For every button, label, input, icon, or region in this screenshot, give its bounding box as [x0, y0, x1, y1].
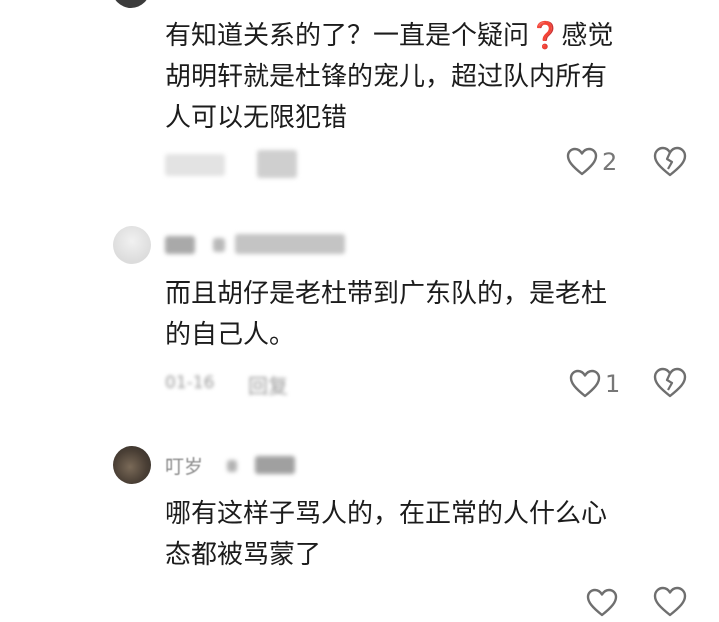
username[interactable]: 叮岁: [165, 452, 203, 479]
heart-outline-icon: [566, 147, 598, 176]
username[interactable]: [165, 230, 350, 260]
blurred-username-part: [165, 236, 195, 254]
like-button[interactable]: 2: [566, 145, 617, 179]
comment-text: 哪有这样子骂人的，在正常的人什么心 态都被骂蒙了: [165, 494, 700, 576]
comment-text-line: 有知道关系的了？一直是个疑问❓感觉: [165, 21, 614, 51]
comment-date: 01-16: [165, 373, 215, 393]
comment-text: 而且胡仔是老杜带到广东队的，是老杜 的自己人。: [165, 274, 700, 356]
comment-text-line: 而且胡仔是老杜带到广东队的，是老杜: [165, 279, 608, 309]
comment-meta: [165, 150, 315, 180]
blurred-username-part: [227, 460, 237, 472]
comment-text-line: 哪有这样子骂人的，在正常的人什么心: [165, 499, 608, 529]
comment-item: 有知道关系的了？一直是个疑问❓感觉 胡明轩就是杜锋的宠儿，超过队内所有 人可以无…: [0, 0, 719, 200]
broken-heart-icon: [653, 586, 687, 617]
like-button[interactable]: [586, 586, 618, 620]
heart-outline-icon: [569, 369, 601, 398]
avatar[interactable]: [113, 226, 151, 264]
comment-item: 而且胡仔是老杜带到广东队的，是老杜 的自己人。 01-16 回复 1: [0, 210, 719, 420]
blurred-username-part: [235, 234, 345, 254]
dislike-button[interactable]: [653, 586, 687, 622]
avatar[interactable]: [112, 0, 150, 8]
comment-item: 叮岁 哪有这样子骂人的，在正常的人什么心 态都被骂蒙了: [0, 430, 719, 617]
comment-text-line: 态都被骂蒙了: [165, 540, 322, 570]
comment-text: 有知道关系的了？一直是个疑问❓感觉 胡明轩就是杜锋的宠儿，超过队内所有 人可以无…: [165, 16, 700, 139]
broken-heart-icon: [653, 367, 687, 398]
avatar[interactable]: [113, 446, 151, 484]
broken-heart-icon: [653, 146, 687, 177]
like-count: 2: [602, 148, 618, 176]
comment-text-line: 胡明轩就是杜锋的宠儿，超过队内所有: [165, 62, 608, 92]
username-row: 叮岁: [165, 450, 325, 480]
reply-button[interactable]: 回复: [248, 370, 288, 399]
heart-outline-icon: [586, 588, 618, 617]
like-button[interactable]: 1: [569, 367, 620, 401]
dislike-button[interactable]: [653, 146, 687, 182]
blurred-username-part: [255, 456, 295, 474]
comment-text-line: 人可以无限犯错: [165, 103, 348, 133]
like-count: 1: [605, 370, 621, 398]
blurred-date: [165, 154, 225, 176]
dislike-button[interactable]: [653, 367, 687, 403]
blurred-username-part: [213, 238, 225, 252]
comment-text-line: 的自己人。: [165, 320, 296, 350]
blurred-reply-button[interactable]: [257, 150, 297, 178]
